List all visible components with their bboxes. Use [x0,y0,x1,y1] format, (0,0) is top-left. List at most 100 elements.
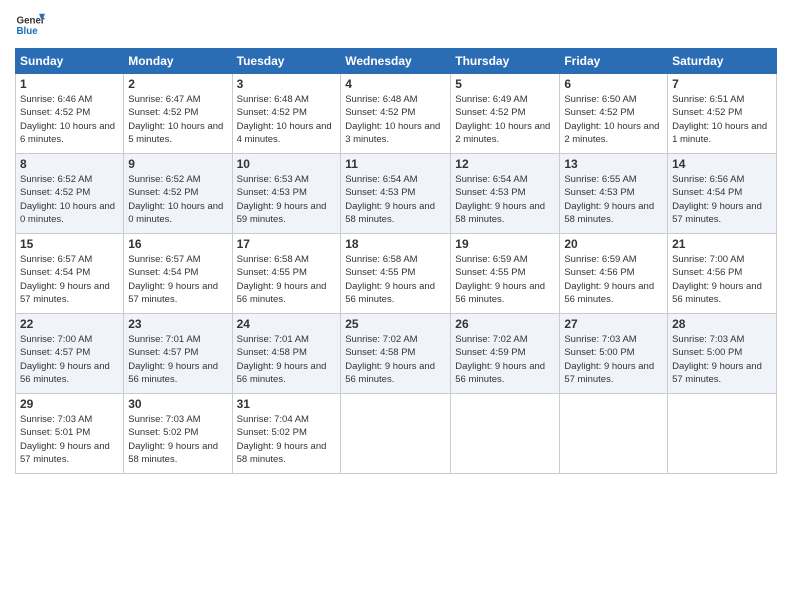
weekday-header-thursday: Thursday [451,49,560,74]
weekday-header-tuesday: Tuesday [232,49,341,74]
calendar-cell [560,394,668,474]
calendar-page: General Blue SundayMondayTuesdayWednesda… [0,0,792,612]
day-number: 9 [128,157,227,171]
calendar-cell: 8Sunrise: 6:52 AMSunset: 4:52 PMDaylight… [16,154,124,234]
calendar-cell [341,394,451,474]
day-detail: Sunrise: 6:54 AMSunset: 4:53 PMDaylight:… [455,173,555,226]
calendar-cell: 21 Sunrise: 7:00 AMSunset: 4:56 PMDayligh… [668,234,777,314]
calendar-cell: 26 Sunrise: 7:02 AMSunset: 4:59 PMDayligh… [451,314,560,394]
day-detail: Sunrise: 7:01 AMSunset: 4:58 PMDaylight:… [237,333,337,386]
day-number: 16 [128,237,227,251]
calendar-cell: 29 Sunrise: 7:03 AMSunset: 5:01 PMDayligh… [16,394,124,474]
calendar-week-1: 1Sunrise: 6:46 AMSunset: 4:52 PMDaylight… [16,74,777,154]
day-detail: Sunrise: 6:51 AMSunset: 4:52 PMDaylight:… [672,93,772,146]
calendar-cell: 27Sunrise: 7:03 AMSunset: 5:00 PMDayligh… [560,314,668,394]
logo: General Blue [15,10,45,40]
day-detail: Sunrise: 7:00 AMSunset: 4:57 PMDaylight:… [20,333,119,386]
calendar-week-5: 29 Sunrise: 7:03 AMSunset: 5:01 PMDayligh… [16,394,777,474]
calendar-cell: 14 Sunrise: 6:56 AMSunset: 4:54 PMDayligh… [668,154,777,234]
calendar-cell: 11 Sunrise: 6:54 AMSunset: 4:53 PMDayligh… [341,154,451,234]
day-detail: Sunrise: 6:52 AMSunset: 4:52 PMDaylight:… [20,173,119,226]
header: General Blue [15,10,777,40]
day-number: 21 [672,237,772,251]
day-number: 28 [672,317,772,331]
calendar-week-2: 8Sunrise: 6:52 AMSunset: 4:52 PMDaylight… [16,154,777,234]
weekday-header-friday: Friday [560,49,668,74]
svg-text:Blue: Blue [17,26,39,37]
calendar-cell: 19Sunrise: 6:59 AMSunset: 4:55 PMDayligh… [451,234,560,314]
day-detail: Sunrise: 7:03 AMSunset: 5:02 PMDaylight:… [128,413,227,466]
day-number: 26 [455,317,555,331]
day-number: 10 [237,157,337,171]
day-number: 12 [455,157,555,171]
calendar-week-4: 22 Sunrise: 7:00 AMSunset: 4:57 PMDayligh… [16,314,777,394]
day-number: 29 [20,397,119,411]
day-detail: Sunrise: 7:00 AMSunset: 4:56 PMDaylight:… [672,253,772,306]
day-detail: Sunrise: 6:53 AMSunset: 4:53 PMDaylight:… [237,173,337,226]
day-number: 3 [237,77,337,91]
day-detail: Sunrise: 7:03 AMSunset: 5:01 PMDaylight:… [20,413,119,466]
weekday-header-sunday: Sunday [16,49,124,74]
day-detail: Sunrise: 7:03 AMSunset: 5:00 PMDaylight:… [564,333,663,386]
day-detail: Sunrise: 7:02 AMSunset: 4:58 PMDaylight:… [345,333,446,386]
calendar-cell: 18 Sunrise: 6:58 AMSunset: 4:55 PMDayligh… [341,234,451,314]
day-number: 2 [128,77,227,91]
day-detail: Sunrise: 7:04 AMSunset: 5:02 PMDaylight:… [237,413,337,466]
day-number: 25 [345,317,446,331]
calendar-cell: 9 Sunrise: 6:52 AMSunset: 4:52 PMDaylight… [124,154,232,234]
day-detail: Sunrise: 6:58 AMSunset: 4:55 PMDaylight:… [345,253,446,306]
day-detail: Sunrise: 6:54 AMSunset: 4:53 PMDaylight:… [345,173,446,226]
calendar-cell: 3Sunrise: 6:48 AMSunset: 4:52 PMDaylight… [232,74,341,154]
day-detail: Sunrise: 6:55 AMSunset: 4:53 PMDaylight:… [564,173,663,226]
calendar-cell: 17 Sunrise: 6:58 AMSunset: 4:55 PMDayligh… [232,234,341,314]
day-number: 24 [237,317,337,331]
calendar-cell: 7 Sunrise: 6:51 AMSunset: 4:52 PMDaylight… [668,74,777,154]
calendar-cell: 10 Sunrise: 6:53 AMSunset: 4:53 PMDayligh… [232,154,341,234]
weekday-header-row: SundayMondayTuesdayWednesdayThursdayFrid… [16,49,777,74]
calendar-cell: 1Sunrise: 6:46 AMSunset: 4:52 PMDaylight… [16,74,124,154]
calendar-cell: 6Sunrise: 6:50 AMSunset: 4:52 PMDaylight… [560,74,668,154]
calendar-cell: 28 Sunrise: 7:03 AMSunset: 5:00 PMDayligh… [668,314,777,394]
weekday-header-wednesday: Wednesday [341,49,451,74]
weekday-header-saturday: Saturday [668,49,777,74]
day-number: 17 [237,237,337,251]
day-number: 22 [20,317,119,331]
calendar-cell: 31 Sunrise: 7:04 AMSunset: 5:02 PMDayligh… [232,394,341,474]
calendar-cell: 12 Sunrise: 6:54 AMSunset: 4:53 PMDayligh… [451,154,560,234]
day-detail: Sunrise: 6:47 AMSunset: 4:52 PMDaylight:… [128,93,227,146]
day-number: 30 [128,397,227,411]
calendar-cell: 24 Sunrise: 7:01 AMSunset: 4:58 PMDayligh… [232,314,341,394]
day-number: 18 [345,237,446,251]
calendar-cell: 4Sunrise: 6:48 AMSunset: 4:52 PMDaylight… [341,74,451,154]
calendar-cell: 13 Sunrise: 6:55 AMSunset: 4:53 PMDayligh… [560,154,668,234]
day-number: 5 [455,77,555,91]
weekday-header-monday: Monday [124,49,232,74]
day-detail: Sunrise: 7:02 AMSunset: 4:59 PMDaylight:… [455,333,555,386]
day-number: 20 [564,237,663,251]
calendar-cell: 15 Sunrise: 6:57 AMSunset: 4:54 PMDayligh… [16,234,124,314]
day-number: 15 [20,237,119,251]
day-number: 14 [672,157,772,171]
day-number: 13 [564,157,663,171]
day-number: 11 [345,157,446,171]
day-number: 7 [672,77,772,91]
day-detail: Sunrise: 7:03 AMSunset: 5:00 PMDaylight:… [672,333,772,386]
calendar-week-3: 15 Sunrise: 6:57 AMSunset: 4:54 PMDayligh… [16,234,777,314]
calendar-table: SundayMondayTuesdayWednesdayThursdayFrid… [15,48,777,474]
day-detail: Sunrise: 6:52 AMSunset: 4:52 PMDaylight:… [128,173,227,226]
day-detail: Sunrise: 6:56 AMSunset: 4:54 PMDaylight:… [672,173,772,226]
calendar-cell [668,394,777,474]
day-detail: Sunrise: 6:59 AMSunset: 4:55 PMDaylight:… [455,253,555,306]
calendar-cell: 25 Sunrise: 7:02 AMSunset: 4:58 PMDayligh… [341,314,451,394]
day-detail: Sunrise: 6:57 AMSunset: 4:54 PMDaylight:… [20,253,119,306]
day-detail: Sunrise: 6:59 AMSunset: 4:56 PMDaylight:… [564,253,663,306]
day-detail: Sunrise: 6:58 AMSunset: 4:55 PMDaylight:… [237,253,337,306]
day-detail: Sunrise: 7:01 AMSunset: 4:57 PMDaylight:… [128,333,227,386]
day-number: 1 [20,77,119,91]
day-number: 23 [128,317,227,331]
day-number: 31 [237,397,337,411]
day-detail: Sunrise: 6:50 AMSunset: 4:52 PMDaylight:… [564,93,663,146]
calendar-cell: 20 Sunrise: 6:59 AMSunset: 4:56 PMDayligh… [560,234,668,314]
day-number: 4 [345,77,446,91]
calendar-cell [451,394,560,474]
